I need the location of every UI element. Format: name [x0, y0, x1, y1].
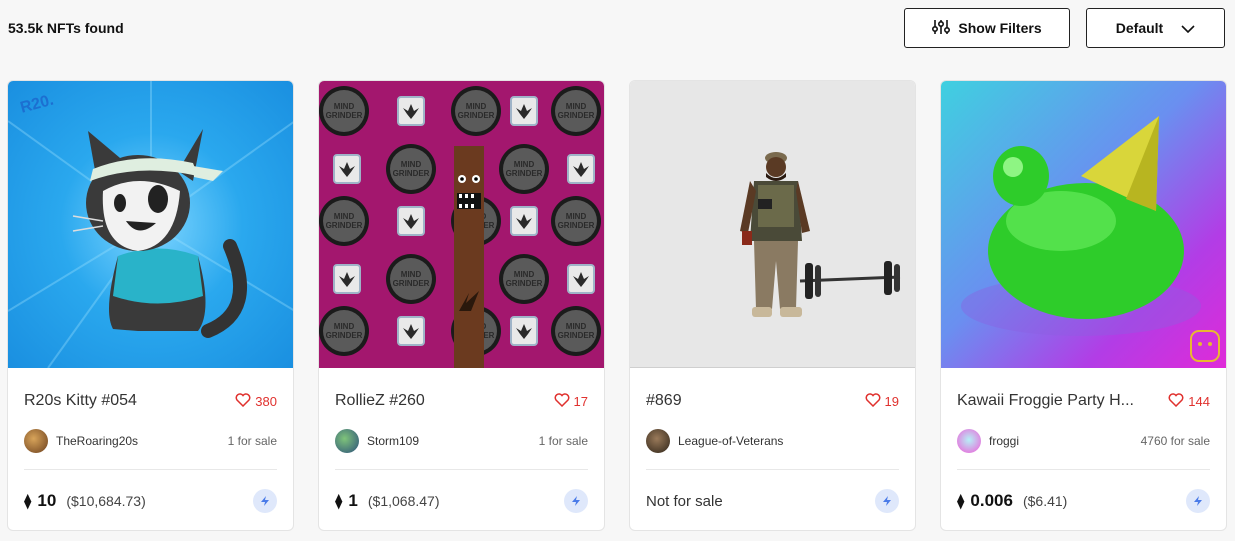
like-button[interactable]: 380 [235, 392, 277, 410]
owner-name: League-of-Veterans [678, 434, 784, 448]
avatar [335, 429, 359, 453]
results-count: 53.5k NFTs found [8, 20, 124, 36]
eth-icon: ⧫ [335, 493, 343, 510]
price-amount: 1 [348, 491, 358, 510]
like-count: 17 [573, 393, 588, 409]
like-count: 19 [884, 393, 899, 409]
price: ⧫ 10 ($10,684.73) [24, 491, 146, 511]
price-usd: ($6.41) [1022, 493, 1068, 509]
sale-count: 1 for sale [538, 434, 588, 448]
nft-card[interactable]: MIND GRINDER [318, 80, 605, 531]
eth-icon: ⧫ [24, 493, 32, 510]
show-filters-label: Show Filters [958, 20, 1042, 36]
price-usd: ($1,068.47) [367, 493, 440, 509]
nft-card[interactable]: R20. R20s Kitty #054 380 TheRoaring20s 1… [7, 80, 294, 531]
avatar [646, 429, 670, 453]
owner-link[interactable]: League-of-Veterans [646, 429, 783, 453]
show-filters-button[interactable]: Show Filters [904, 8, 1070, 48]
not-for-sale-label: Not for sale [646, 492, 723, 510]
nft-image[interactable] [941, 81, 1226, 368]
nft-title[interactable]: #869 [646, 392, 682, 410]
nft-title[interactable]: RollieZ #260 [335, 392, 425, 410]
chain-icon[interactable] [1186, 489, 1210, 513]
nft-title[interactable]: Kawaii Froggie Party H... [957, 392, 1134, 410]
chevron-down-icon [1181, 20, 1195, 36]
chain-icon[interactable] [253, 489, 277, 513]
heart-icon [235, 392, 251, 410]
nft-card[interactable]: Kawaii Froggie Party H... 144 froggi 476… [940, 80, 1227, 531]
nft-image[interactable]: MIND GRINDER [319, 81, 604, 368]
r20-logo: R20. [18, 92, 55, 117]
price: ⧫ 1 ($1,068.47) [335, 491, 440, 511]
like-button[interactable]: 17 [554, 392, 588, 410]
results-toolbar: 53.5k NFTs found Show Filters Default [0, 0, 1235, 60]
owner-name: TheRoaring20s [56, 434, 139, 448]
like-button[interactable]: 144 [1168, 392, 1210, 410]
nft-card[interactable]: #869 19 League-of-Veterans Not for sale [629, 80, 916, 531]
sale-count: 1 for sale [227, 434, 277, 448]
avatar [957, 429, 981, 453]
frog-party-hat-artwork-icon [961, 116, 1220, 362]
eth-icon: ⧫ [957, 493, 965, 510]
owner-link[interactable]: froggi [957, 429, 1019, 453]
sliders-icon [932, 19, 951, 38]
chain-icon[interactable] [875, 489, 899, 513]
like-button[interactable]: 19 [865, 392, 899, 410]
price-amount: 0.006 [970, 491, 1013, 510]
owner-name: Storm109 [367, 434, 420, 448]
grinder-pattern-artwork-icon: MIND GRINDER [319, 86, 601, 368]
cat-artwork-icon: R20. [8, 81, 293, 368]
nft-image[interactable] [630, 81, 915, 368]
sort-dropdown[interactable]: Default [1086, 8, 1225, 48]
nft-grid: R20. R20s Kitty #054 380 TheRoaring20s 1… [7, 80, 1227, 531]
nft-title[interactable]: R20s Kitty #054 [24, 392, 137, 410]
sale-count: 4760 for sale [1140, 434, 1210, 448]
like-count: 144 [1188, 393, 1210, 409]
price-usd: ($10,684.73) [66, 493, 146, 509]
heart-icon [1168, 392, 1184, 410]
heart-icon [865, 392, 881, 410]
soldier-artwork-icon [740, 152, 901, 317]
sort-selected-label: Default [1115, 20, 1164, 36]
owner-link[interactable]: TheRoaring20s [24, 429, 138, 453]
owner-link[interactable]: Storm109 [335, 429, 419, 453]
price-amount: 10 [37, 491, 57, 510]
price: ⧫ 0.006 ($6.41) [957, 491, 1067, 511]
avatar [24, 429, 48, 453]
chain-icon[interactable] [564, 489, 588, 513]
owner-name: froggi [989, 434, 1020, 448]
heart-icon [554, 392, 570, 410]
nft-image[interactable]: R20. [8, 81, 293, 368]
like-count: 380 [255, 393, 277, 409]
